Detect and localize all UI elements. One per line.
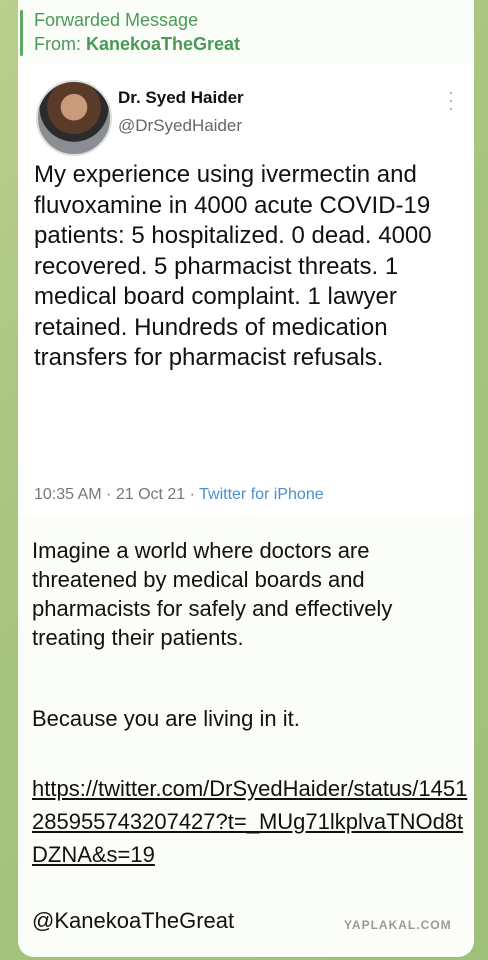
tweet-link[interactable]: https://twitter.com/DrSyedHaider/status/… [32,772,472,871]
forward-indicator-bar [20,10,23,56]
message-signature[interactable]: @KanekoaTheGreat [32,908,234,934]
watermark: YAPLAKAL.COM [344,918,452,932]
tweet-source[interactable]: Twitter for iPhone [199,486,324,503]
forward-from[interactable]: From: KanekoaTheGreat [34,32,240,56]
message-paragraph-1: Imagine a world where doctors are threat… [32,538,393,650]
forward-header[interactable]: Forwarded Message From: KanekoaTheGreat [34,8,240,56]
avatar[interactable] [36,80,112,156]
message-bubble: Forwarded Message From: KanekoaTheGreat … [18,0,474,957]
message-paragraph-2: Because you are living in it. [32,706,300,731]
tweet-meta: 10:35 AM · 21 Oct 21 · Twitter for iPhon… [34,486,324,504]
forward-from-prefix: From: [34,34,86,54]
more-options-icon[interactable]: · · · [448,83,454,117]
tweet-timestamp: 10:35 AM · 21 Oct 21 · [34,486,200,503]
forward-from-name[interactable]: KanekoaTheGreat [86,34,240,54]
embedded-tweet[interactable]: Dr. Syed Haider @DrSyedHaider · · · My exp… [18,64,474,516]
forward-label: Forwarded Message [34,10,199,30]
tweet-author-handle[interactable]: @DrSyedHaider [118,116,242,136]
tweet-text: My experience using ivermectin and fluvo… [34,161,432,371]
tweet-author-name[interactable]: Dr. Syed Haider [118,88,244,108]
